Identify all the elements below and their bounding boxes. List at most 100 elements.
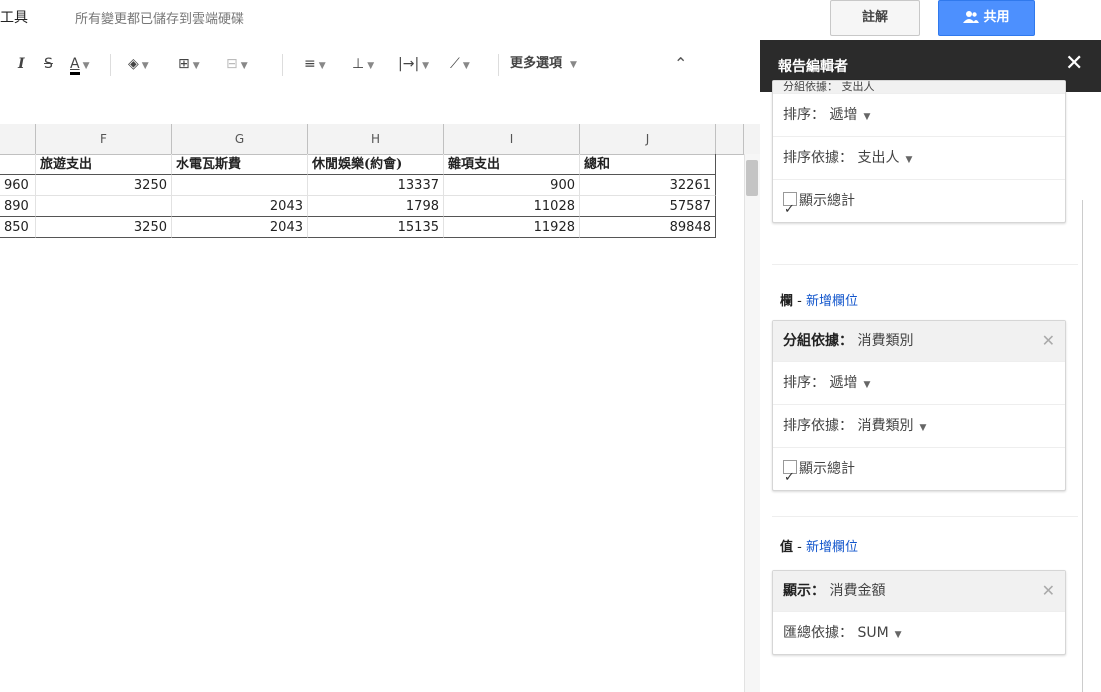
columns-show-totals-label: 顯示總計: [799, 461, 855, 477]
align-icon: ≡: [304, 56, 316, 72]
values-section-label: 值 - 新增欄位: [780, 536, 858, 555]
columns-section-label: 欄 - 新增欄位: [780, 290, 858, 309]
paint-bucket-icon: ◈: [128, 56, 139, 72]
menu-tools[interactable]: 工具: [0, 7, 28, 27]
fill-color-button[interactable]: ◈ ▼: [128, 44, 149, 84]
columns-group-head: 分組依據： 消費類別 ✕: [773, 321, 1065, 361]
rows-sort-by-label: 排序依據： 支出人: [783, 150, 900, 166]
divider: [772, 264, 1078, 265]
text-rotate-icon: ⟋: [450, 56, 460, 72]
columns-sort-label: 排序： 遞增: [783, 375, 858, 391]
text-color-button[interactable]: A ▼: [70, 44, 90, 84]
share-button[interactable]: 共用: [938, 0, 1035, 36]
panel-title: 報告編輯者: [778, 59, 848, 75]
table-cell[interactable]: 850: [0, 217, 36, 238]
close-icon[interactable]: ✕: [1065, 51, 1083, 76]
table-cell[interactable]: 3250: [36, 175, 172, 196]
italic-button[interactable]: I: [18, 44, 25, 84]
rows-sort-by-dropdown[interactable]: 排序依據： 支出人 ▼: [773, 136, 1065, 179]
column-header-f[interactable]: F: [36, 124, 172, 154]
report-editor-panel: 報告編輯者 ✕ 分組依據： 支出人 排序： 遞增▼ 排序依據： 支出人▼ 顯示總…: [760, 40, 1101, 692]
remove-icon[interactable]: ✕: [1042, 321, 1055, 361]
vertical-scrollbar[interactable]: [744, 154, 761, 692]
table-header-cell[interactable]: 旅遊支出: [36, 154, 172, 175]
column-header-g[interactable]: G: [172, 124, 308, 154]
columns-sort-dropdown[interactable]: 排序： 遞增 ▼: [773, 361, 1065, 404]
rows-show-totals-label: 顯示總計: [799, 193, 855, 209]
panel-scrollbar[interactable]: [1082, 200, 1083, 692]
text-wrap-icon: |→|: [398, 56, 420, 72]
rows-group-head: 分組依據： 支出人: [773, 81, 1065, 93]
table-cell[interactable]: 13337: [308, 175, 444, 196]
formatting-toolbar: I S A ▼ ◈ ▼ ⊞ ▼ ⊟ ▼ ≡ ▼ ⊥ ▼ |→| ▼ ⟋ ▼ 更多選項 ▼ ⌃: [0, 44, 760, 84]
checkbox-icon: [783, 189, 797, 231]
column-header-h[interactable]: H: [308, 124, 444, 154]
vertical-align-button[interactable]: ⊥ ▼: [352, 44, 374, 84]
group-by-value: 消費類別: [857, 333, 914, 349]
table-cell[interactable]: 11028: [444, 196, 580, 217]
table-cell[interactable]: 32261: [580, 175, 716, 196]
columns-label: 欄: [780, 294, 794, 309]
column-header-e[interactable]: [0, 124, 36, 154]
comments-button[interactable]: 註解: [830, 0, 920, 36]
table-cell[interactable]: 2043: [172, 196, 308, 217]
table-cell[interactable]: [172, 175, 308, 196]
column-header-row: F G H I J: [0, 124, 760, 155]
columns-sort-by-dropdown[interactable]: 排序依據： 消費類別 ▼: [773, 404, 1065, 447]
table-cell[interactable]: 2043: [172, 217, 308, 238]
rows-group-card: 分組依據： 支出人 排序： 遞增▼ 排序依據： 支出人▼ 顯示總計: [772, 80, 1066, 231]
text-color-icon: A: [70, 56, 80, 75]
borders-button[interactable]: ⊞ ▼: [178, 44, 200, 84]
text-wrap-button[interactable]: |→| ▼: [398, 44, 429, 84]
separator: -: [793, 294, 806, 309]
merge-cells-button[interactable]: ⊟ ▼: [226, 44, 248, 84]
text-rotate-button[interactable]: ⟋ ▼: [450, 44, 470, 84]
table-header-cell[interactable]: 休閒娛樂(約會): [308, 154, 444, 175]
table-cell[interactable]: 3250: [36, 217, 172, 238]
table-cell[interactable]: 890: [0, 196, 36, 217]
share-label: 共用: [983, 10, 1010, 25]
strikethrough-button[interactable]: S: [44, 44, 53, 84]
table-header-cell[interactable]: 雜項支出: [444, 154, 580, 175]
table-cell[interactable]: [36, 196, 172, 217]
table-cell[interactable]: 57587: [580, 196, 716, 217]
save-status: 所有變更都已儲存到雲端硬碟: [75, 12, 245, 27]
add-column-field-link[interactable]: 新增欄位: [806, 294, 858, 309]
more-options-button[interactable]: 更多選項 ▼: [510, 44, 577, 84]
table-cell[interactable]: 15135: [308, 217, 444, 238]
columns-group-card: 分組依據： 消費類別 ✕ 排序： 遞增▼ 排序依據： 消費類別▼ 顯示總計: [772, 320, 1066, 499]
column-header-j[interactable]: J: [580, 124, 716, 154]
collapse-toolbar-icon[interactable]: ⌃: [674, 44, 687, 84]
columns-show-totals-checkbox[interactable]: 顯示總計: [773, 447, 1065, 499]
add-value-field-link[interactable]: 新增欄位: [806, 540, 858, 555]
rows-show-totals-checkbox[interactable]: 顯示總計: [773, 179, 1065, 231]
table-cell[interactable]: 11928: [444, 217, 580, 238]
checkbox-icon: [783, 457, 797, 499]
group-by-label: 分組依據：: [783, 333, 853, 349]
table-cell[interactable]: 89848: [580, 217, 716, 238]
values-head: 顯示： 消費金額 ✕: [773, 571, 1065, 611]
merge-icon: ⊟: [226, 56, 238, 72]
column-header-i[interactable]: I: [444, 124, 580, 154]
show-value: 消費金額: [829, 583, 886, 599]
table-header-cell[interactable]: 總和: [580, 154, 716, 175]
table-cell[interactable]: [0, 154, 36, 175]
table-cell[interactable]: 960: [0, 175, 36, 196]
summarize-by-dropdown[interactable]: 匯總依據： SUM ▼: [773, 611, 1065, 654]
columns-sort-by-label: 排序依據： 消費類別: [783, 418, 914, 434]
scrollbar-thumb[interactable]: [746, 160, 758, 196]
rows-sort-dropdown[interactable]: 排序： 遞增 ▼: [773, 93, 1065, 136]
formula-bar[interactable]: [0, 84, 760, 125]
table-header-cell[interactable]: 水電瓦斯費: [172, 154, 308, 175]
table-cell[interactable]: 900: [444, 175, 580, 196]
vertical-align-icon: ⊥: [352, 56, 365, 72]
remove-icon[interactable]: ✕: [1042, 571, 1055, 611]
table-cell[interactable]: 1798: [308, 196, 444, 217]
divider: [772, 516, 1078, 517]
show-label: 顯示：: [783, 583, 825, 599]
column-header-k[interactable]: [716, 124, 744, 154]
separator: -: [793, 540, 806, 555]
values-label: 值: [780, 540, 794, 555]
horizontal-align-button[interactable]: ≡ ▼: [304, 44, 326, 84]
people-icon: [963, 11, 980, 23]
